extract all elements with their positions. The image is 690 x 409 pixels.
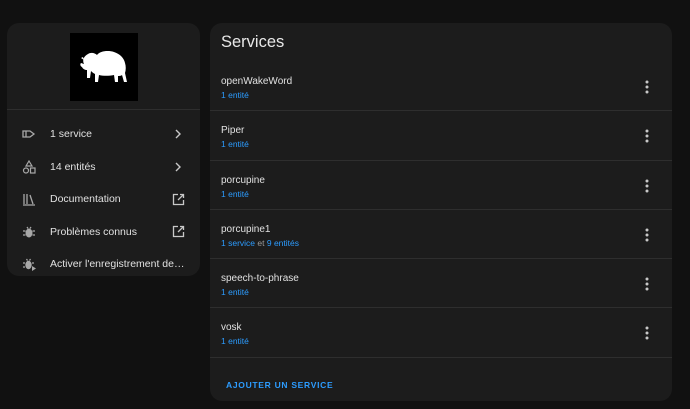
entities-link[interactable]: 1 entité — [221, 139, 249, 149]
nav-item-entities[interactable]: 14 entités — [7, 151, 200, 184]
service-name: porcupine — [221, 174, 265, 186]
service-row-speech-to-phrase[interactable]: speech-to-phrase 1 entité — [210, 259, 672, 309]
nav-item-label: 1 service — [50, 128, 93, 141]
more-options-icon[interactable] — [642, 227, 652, 243]
entities-link[interactable]: 9 entités — [267, 238, 299, 248]
nav-item-label: Activer l'enregistrement des jo... — [50, 258, 186, 271]
service-list: openWakeWord 1 entité Piper 1 entité por… — [210, 62, 672, 358]
service-name: porcupine1 — [221, 223, 271, 235]
service-subtitle: 1 entité — [221, 336, 249, 346]
entities-link[interactable]: 1 entité — [221, 90, 249, 100]
service-row-porcupine[interactable]: porcupine 1 entité — [210, 161, 672, 210]
nav-item-label: Problèmes connus — [50, 225, 137, 238]
nav-item-services[interactable]: 1 service — [7, 118, 200, 151]
service-subtitle: 1 entité — [221, 287, 249, 297]
open-in-new-icon — [170, 191, 186, 207]
services-title: Services — [221, 33, 285, 51]
service-name: vosk — [221, 322, 242, 334]
shapes-icon — [21, 159, 37, 175]
service-row-porcupine1[interactable]: porcupine1 1 service et 9 entités — [210, 210, 672, 260]
service-row-vosk[interactable]: vosk 1 entité — [210, 308, 672, 358]
more-options-icon[interactable] — [642, 178, 652, 194]
device-info-card: 1 service 14 entités Documentation Probl… — [7, 23, 200, 276]
service-subtitle: 1 service et 9 entités — [221, 238, 299, 248]
bug-icon — [21, 224, 37, 240]
services-card: Services openWakeWord 1 entité Piper 1 e… — [210, 23, 672, 401]
device-nav-list: 1 service 14 entités Documentation Probl… — [7, 110, 200, 276]
service-subtitle: 1 entité — [221, 189, 249, 199]
entities-link[interactable]: 1 entité — [221, 287, 249, 297]
service-subtitle: 1 entité — [221, 90, 249, 100]
service-name: speech-to-phrase — [221, 273, 299, 285]
books-icon — [21, 191, 37, 207]
nav-item-label: Documentation — [50, 193, 121, 206]
nav-item-label: 14 entités — [50, 160, 96, 173]
chevron-right-icon — [170, 159, 186, 175]
subtitle-joiner: et — [257, 237, 265, 248]
service-row-piper[interactable]: Piper 1 entité — [210, 111, 672, 161]
nav-item-enable-debug-logging[interactable]: Activer l'enregistrement des jo... — [7, 248, 200, 276]
chevron-right-icon — [170, 126, 186, 142]
entities-link[interactable]: 1 entité — [221, 189, 249, 199]
more-options-icon[interactable] — [642, 276, 652, 292]
service-row-openwakeword[interactable]: openWakeWord 1 entité — [210, 62, 672, 112]
nav-item-known-issues[interactable]: Problèmes connus — [7, 216, 200, 249]
service-name: openWakeWord — [221, 76, 293, 87]
entities-link[interactable]: 1 entité — [221, 336, 249, 346]
service-name: Piper — [221, 125, 245, 137]
device-logo-area — [7, 23, 200, 110]
open-in-new-icon — [170, 224, 186, 240]
nav-item-documentation[interactable]: Documentation — [7, 183, 200, 216]
service-link[interactable]: 1 service — [221, 238, 255, 248]
service-subtitle: 1 entité — [221, 139, 249, 149]
bison-icon — [69, 33, 138, 101]
service-icon — [21, 126, 37, 142]
add-service-button[interactable]: AJOUTER UN SERVICE — [226, 380, 333, 390]
more-options-icon[interactable] — [642, 79, 652, 95]
more-options-icon[interactable] — [642, 128, 652, 144]
more-options-icon[interactable] — [642, 325, 652, 341]
bug-play-icon — [21, 256, 37, 272]
